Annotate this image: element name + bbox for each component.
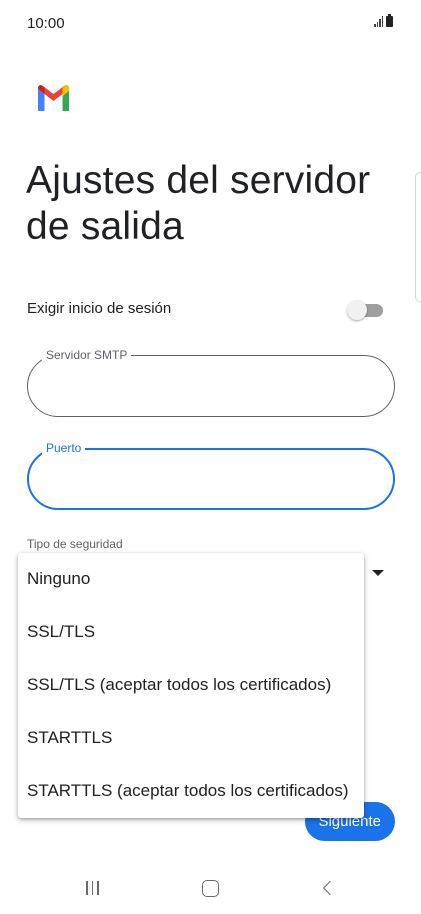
signal-icon <box>374 16 383 27</box>
back-icon[interactable] <box>322 880 338 896</box>
port-input[interactable] <box>47 468 367 494</box>
page-title: Ajustes del servidor de salida <box>26 159 371 248</box>
require-login-label: Exigir inicio de sesión <box>27 300 172 317</box>
battery-icon <box>386 14 393 27</box>
port-label: Puerto <box>42 440 86 456</box>
security-type-label: Tipo de seguridad <box>27 537 123 551</box>
menu-item-ssl-tls[interactable]: SSL/TLS <box>18 606 364 658</box>
status-time: 10:00 <box>27 15 65 32</box>
outgoing-server-settings-screen: 10:00 Ajustes del servidor de salida Exi… <box>0 0 421 914</box>
recent-apps-icon[interactable] <box>86 881 99 895</box>
smtp-server-label: Servidor SMTP <box>42 347 132 363</box>
menu-item-starttls[interactable]: STARTTLS <box>18 712 364 764</box>
menu-item-starttls-all-certs[interactable]: STARTTLS (aceptar todos los certificados… <box>18 765 364 817</box>
scroll-indicator[interactable] <box>415 172 421 302</box>
toggle-thumb <box>347 300 367 320</box>
gmail-logo <box>38 85 69 111</box>
security-type-menu: Ninguno SSL/TLS SSL/TLS (aceptar todos l… <box>18 553 364 818</box>
dropdown-arrow-icon[interactable] <box>372 570 384 576</box>
smtp-server-input[interactable] <box>46 374 366 400</box>
status-icons <box>374 14 393 27</box>
menu-item-ssl-tls-all-certs[interactable]: SSL/TLS (aceptar todos los certificados) <box>18 659 364 711</box>
port-field[interactable]: Puerto <box>27 440 395 510</box>
status-bar: 10:00 <box>0 0 421 48</box>
require-login-toggle[interactable] <box>347 300 383 320</box>
smtp-server-field[interactable]: Servidor SMTP <box>27 347 395 417</box>
menu-item-ninguno[interactable]: Ninguno <box>18 553 364 605</box>
home-icon[interactable] <box>202 880 219 897</box>
navigation-bar <box>0 854 421 914</box>
